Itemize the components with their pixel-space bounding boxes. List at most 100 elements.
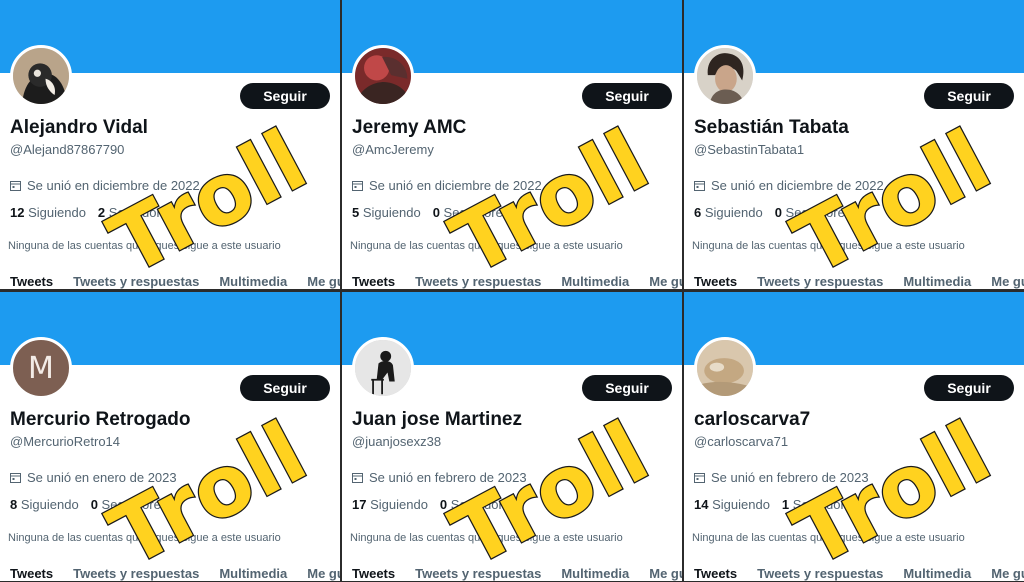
profile-handle[interactable]: @MercurioRetro14 — [10, 434, 120, 449]
followers-link[interactable]: 0 Seguidores — [440, 497, 517, 512]
tab-likes[interactable]: Me gusta — [981, 556, 1024, 581]
profile-name: Sebastián Tabata — [694, 117, 849, 138]
tab-tweets-replies[interactable]: Tweets y respuestas — [405, 264, 551, 289]
beige-avatar-image — [697, 340, 753, 396]
joined-text: Se unió en febrero de 2023 — [369, 470, 527, 485]
follow-button[interactable]: Seguir — [240, 375, 330, 401]
avatar[interactable] — [10, 45, 72, 107]
tab-media[interactable]: Multimedia — [893, 556, 981, 581]
followers-link[interactable]: 0 Seguidores — [775, 205, 852, 220]
profile-card-sebastian: Seguir Sebastián Tabata @SebastinTabata1… — [684, 0, 1024, 289]
tab-media[interactable]: Multimedia — [551, 264, 639, 289]
portrait-avatar-image — [697, 48, 753, 104]
joined-date: Se unió en enero de 2023 — [10, 470, 177, 485]
tab-tweets-replies[interactable]: Tweets y respuestas — [405, 556, 551, 581]
follow-stats: 17 Siguiendo 0 Seguidores — [352, 497, 517, 512]
joined-date: Se unió en diciembre de 2022 — [10, 178, 200, 193]
mutual-followers-text: Ninguna de las cuentas que sigues sigue … — [692, 240, 965, 252]
mutual-followers-text: Ninguna de las cuentas que sigues sigue … — [8, 240, 281, 252]
follow-button[interactable]: Seguir — [582, 375, 672, 401]
followers-count: 0 — [439, 497, 448, 512]
profile-tabs: Tweets Tweets y respuestas Multimedia Me… — [342, 264, 682, 289]
profile-handle[interactable]: @carloscarva71 — [694, 434, 788, 449]
profile-handle[interactable]: @Alejand87867790 — [10, 142, 124, 157]
following-link[interactable]: 8 Siguiendo — [10, 497, 79, 512]
followers-count: 1 — [781, 497, 790, 512]
tab-tweets[interactable]: Tweets — [684, 264, 747, 289]
avatar[interactable] — [694, 45, 756, 107]
tab-tweets[interactable]: Tweets — [342, 264, 405, 289]
following-link[interactable]: 12 Siguiendo — [10, 205, 86, 220]
following-link[interactable]: 17 Siguiendo — [352, 497, 428, 512]
joined-text: Se unió en diciembre de 2022 — [711, 178, 884, 193]
follow-button[interactable]: Seguir — [924, 83, 1014, 109]
tab-likes[interactable]: Me gusta — [981, 264, 1024, 289]
tab-tweets[interactable]: Tweets — [0, 556, 63, 581]
following-count: 17 — [352, 497, 367, 512]
profile-handle[interactable]: @juanjosexz38 — [352, 434, 441, 449]
following-link[interactable]: 6 Siguiendo — [694, 205, 763, 220]
follow-stats: 8 Siguiendo 0 Seguidores — [10, 497, 167, 512]
following-label: Siguiendo — [704, 205, 763, 220]
tab-tweets[interactable]: Tweets — [342, 556, 405, 581]
following-count: 5 — [352, 205, 360, 220]
tab-tweets-replies[interactable]: Tweets y respuestas — [63, 556, 209, 581]
tab-tweets-replies[interactable]: Tweets y respuestas — [747, 264, 893, 289]
tab-tweets-replies[interactable]: Tweets y respuestas — [63, 264, 209, 289]
avatar[interactable] — [352, 45, 414, 107]
profile-tabs: Tweets Tweets y respuestas Multimedia Me… — [684, 556, 1024, 581]
profile-name: Alejandro Vidal — [10, 117, 148, 138]
follow-button[interactable]: Seguir — [582, 83, 672, 109]
tab-tweets[interactable]: Tweets — [0, 264, 63, 289]
followers-label: Seguidor — [792, 497, 845, 512]
joined-text: Se unió en enero de 2023 — [27, 470, 177, 485]
follow-button[interactable]: Seguir — [924, 375, 1014, 401]
following-label: Siguiendo — [370, 497, 428, 512]
followers-count: 0 — [90, 497, 98, 512]
mutual-followers-text: Ninguna de las cuentas que sigues sigue … — [692, 532, 965, 544]
profile-handle[interactable]: @AmcJeremy — [352, 142, 434, 157]
tab-likes[interactable]: Me gusta — [639, 556, 682, 581]
red-avatar-image — [355, 48, 411, 104]
mutual-followers-text: Ninguna de las cuentas que sigues sigue … — [8, 532, 281, 544]
tab-likes[interactable]: Me gusta — [297, 264, 340, 289]
tab-tweets[interactable]: Tweets — [684, 556, 747, 581]
avatar-letter: M — [28, 350, 54, 386]
tab-media[interactable]: Multimedia — [209, 264, 297, 289]
followers-label: Seguidores — [108, 205, 175, 220]
avatar[interactable] — [352, 337, 414, 399]
tab-media[interactable]: Multimedia — [209, 556, 297, 581]
avatar[interactable]: M — [10, 337, 72, 399]
profile-name: Jeremy AMC — [352, 117, 467, 138]
avatar[interactable] — [694, 337, 756, 399]
profile-name: Juan jose Martinez — [352, 409, 522, 430]
tab-likes[interactable]: Me gusta — [297, 556, 340, 581]
followers-link[interactable]: 2 Seguidores — [98, 205, 175, 220]
following-label: Siguiendo — [20, 497, 79, 512]
follow-stats: 6 Siguiendo 0 Seguidores — [694, 205, 851, 220]
followers-link[interactable]: 0 Seguidores — [91, 497, 168, 512]
followers-link[interactable]: 0 Seguidores — [433, 205, 510, 220]
mutual-followers-text: Ninguna de las cuentas que sigues sigue … — [350, 532, 623, 544]
following-count: 12 — [10, 205, 25, 220]
calendar-icon — [10, 473, 21, 483]
profile-card-jeremy: Seguir Jeremy AMC @AmcJeremy Se unió en … — [342, 0, 682, 289]
tab-tweets-replies[interactable]: Tweets y respuestas — [747, 556, 893, 581]
following-count: 14 — [694, 497, 709, 512]
following-link[interactable]: 14 Siguiendo — [694, 497, 770, 512]
calendar-icon — [694, 181, 705, 191]
follow-button[interactable]: Seguir — [240, 83, 330, 109]
followers-count: 0 — [432, 205, 440, 220]
followers-link[interactable]: 1 Seguidor — [782, 497, 845, 512]
profile-name: carloscarva7 — [694, 409, 811, 430]
tab-media[interactable]: Multimedia — [893, 264, 981, 289]
following-link[interactable]: 5 Siguiendo — [352, 205, 421, 220]
profile-tabs: Tweets Tweets y respuestas Multimedia Me… — [0, 556, 340, 581]
tab-media[interactable]: Multimedia — [551, 556, 639, 581]
profile-tabs: Tweets Tweets y respuestas Multimedia Me… — [342, 556, 682, 581]
calendar-icon — [10, 181, 21, 191]
joined-text: Se unió en diciembre de 2022 — [369, 178, 542, 193]
tab-likes[interactable]: Me gusta — [639, 264, 682, 289]
profile-handle[interactable]: @SebastinTabata1 — [694, 142, 804, 157]
mutual-followers-text: Ninguna de las cuentas que sigues sigue … — [350, 240, 623, 252]
